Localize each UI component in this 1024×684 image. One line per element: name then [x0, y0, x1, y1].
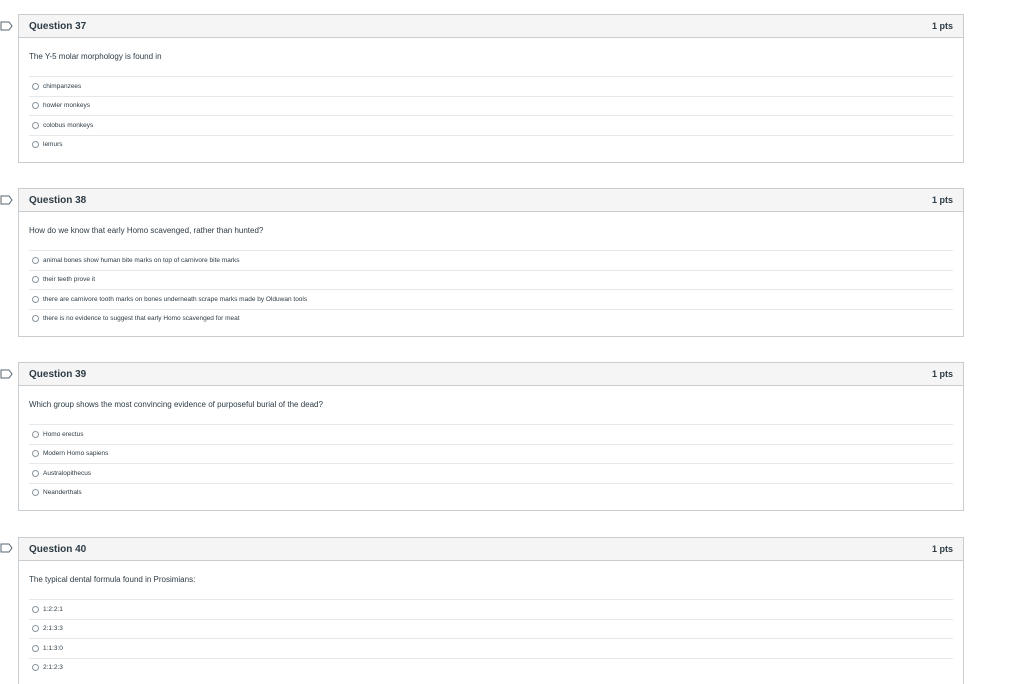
answer-option[interactable]: their teeth prove it: [29, 269, 953, 290]
answer-option[interactable]: 2:1:2:3: [29, 657, 953, 678]
question-header: Question 37 1 pts: [19, 15, 963, 38]
radio-button[interactable]: [32, 315, 39, 323]
answer-option[interactable]: 1:1:3:0: [29, 638, 953, 658]
answer-option[interactable]: Australopithecus: [29, 463, 953, 483]
answer-option[interactable]: animal bones show human bite marks on to…: [29, 250, 953, 270]
flag-question-icon[interactable]: [0, 369, 14, 379]
question-text: How do we know that early Homo scavenged…: [29, 226, 264, 235]
answer-label: chimpanzees: [43, 82, 82, 90]
question-title: Question 37: [29, 20, 87, 32]
question-points: 1 pts: [931, 195, 953, 205]
question-header: Question 39 1 pts: [19, 363, 963, 386]
answer-label: Modern Homo sapiens: [43, 450, 109, 458]
answer-label: 2:1:3:3: [43, 625, 63, 633]
answer-list: animal bones show human bite marks on to…: [29, 250, 953, 328]
question-title: Question 38: [29, 194, 87, 206]
answer-label: there are carnivore tooth marks on bones…: [43, 295, 308, 303]
answer-option[interactable]: 2:1:3:3: [29, 618, 953, 639]
flag-question-icon[interactable]: [0, 543, 14, 553]
radio-button[interactable]: [32, 102, 39, 110]
radio-button[interactable]: [32, 276, 39, 284]
answer-option[interactable]: Modern Homo sapiens: [29, 443, 953, 464]
answer-label: Australopithecus: [43, 469, 92, 477]
answer-option[interactable]: Homo erectus: [29, 424, 953, 444]
radio-button[interactable]: [32, 82, 39, 90]
answer-option[interactable]: lemurs: [29, 134, 953, 155]
radio-button[interactable]: [32, 625, 39, 633]
question-37: Question 37 1 pts The Y-5 molar morpholo…: [18, 14, 964, 163]
radio-button[interactable]: [32, 644, 39, 652]
radio-button[interactable]: [32, 295, 39, 303]
radio-button[interactable]: [32, 141, 39, 149]
answer-list: Homo erectus Modern Homo sapiens Austral…: [29, 424, 953, 502]
question-points: 1 pts: [931, 21, 953, 31]
question-points: 1 pts: [931, 369, 953, 379]
answer-label: there is no evidence to suggest that ear…: [43, 315, 240, 323]
answer-label: animal bones show human bite marks on to…: [43, 256, 240, 264]
radio-button[interactable]: [32, 430, 39, 438]
answer-option[interactable]: howler monkeys: [29, 95, 953, 116]
question-points: 1 pts: [931, 544, 953, 554]
answer-label: Homo erectus: [43, 430, 84, 438]
answer-label: their teeth prove it: [43, 276, 96, 284]
question-title: Question 40: [29, 543, 87, 555]
answer-label: 1:1:3:0: [43, 644, 63, 652]
question-text: The Y-5 molar morphology is found in: [29, 52, 162, 61]
radio-button[interactable]: [32, 489, 39, 497]
question-title: Question 39: [29, 368, 87, 380]
answer-label: 2:1:2:3: [43, 664, 63, 672]
question-40: Question 40 1 pts The typical dental for…: [18, 537, 964, 684]
question-text: Which group shows the most convincing ev…: [29, 400, 323, 409]
answer-label: lemurs: [43, 141, 63, 149]
answer-label: colobus monkeys: [43, 121, 94, 129]
answer-label: Neanderthals: [43, 489, 82, 497]
answer-option[interactable]: chimpanzees: [29, 76, 953, 96]
answer-option[interactable]: there is no evidence to suggest that ear…: [29, 308, 953, 329]
question-text: The typical dental formula found in Pros…: [29, 575, 196, 584]
answer-option[interactable]: Neanderthals: [29, 482, 953, 503]
answer-list: 1:2:2:1 2:1:3:3 1:1:3:0 2:1:2:3: [29, 599, 953, 677]
answer-option[interactable]: colobus monkeys: [29, 115, 953, 135]
answer-label: 1:2:2:1: [43, 605, 63, 613]
question-39: Question 39 1 pts Which group shows the …: [18, 362, 964, 511]
answer-option[interactable]: there are carnivore tooth marks on bones…: [29, 289, 953, 309]
answer-option[interactable]: 1:2:2:1: [29, 599, 953, 619]
radio-button[interactable]: [32, 605, 39, 613]
radio-button[interactable]: [32, 121, 39, 129]
question-38: Question 38 1 pts How do we know that ea…: [18, 188, 964, 337]
question-header: Question 40 1 pts: [19, 538, 963, 561]
flag-question-icon[interactable]: [0, 195, 14, 205]
question-header: Question 38 1 pts: [19, 189, 963, 212]
radio-button[interactable]: [32, 450, 39, 458]
answer-list: chimpanzees howler monkeys colobus monke…: [29, 76, 953, 154]
radio-button[interactable]: [32, 256, 39, 264]
radio-button[interactable]: [32, 469, 39, 477]
answer-label: howler monkeys: [43, 102, 90, 110]
flag-question-icon[interactable]: [0, 21, 14, 31]
radio-button[interactable]: [32, 664, 39, 672]
